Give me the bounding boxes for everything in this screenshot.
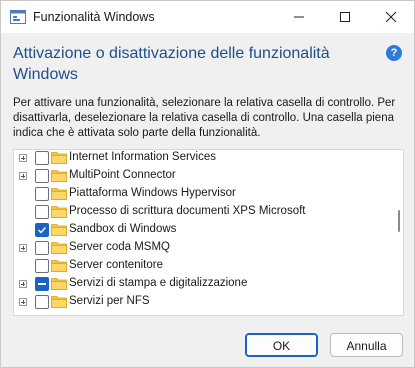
feature-row[interactable]: Server contenitore bbox=[14, 257, 389, 275]
folder-icon bbox=[51, 296, 67, 308]
feature-row[interactable]: MultiPoint Connector bbox=[14, 167, 389, 185]
close-button[interactable] bbox=[368, 1, 414, 33]
close-icon bbox=[385, 11, 397, 23]
folder-icon bbox=[51, 260, 67, 272]
feature-checkbox[interactable] bbox=[35, 223, 49, 237]
ok-button[interactable]: OK bbox=[245, 333, 318, 357]
dialog-content: Attivazione o disattivazione delle funzi… bbox=[1, 33, 414, 367]
help-icon[interactable]: ? bbox=[386, 45, 402, 61]
folder-icon bbox=[51, 224, 67, 236]
feature-checkbox[interactable] bbox=[35, 151, 49, 165]
feature-label: Server contenitore bbox=[69, 259, 163, 271]
folder-icon bbox=[51, 278, 67, 290]
folder-icon bbox=[51, 206, 67, 218]
expand-icon[interactable] bbox=[19, 172, 27, 180]
checkmark-icon bbox=[38, 227, 47, 234]
folder-icon bbox=[51, 188, 67, 200]
folder-icon bbox=[51, 170, 67, 182]
minimize-icon bbox=[294, 16, 304, 18]
feature-checkbox[interactable] bbox=[35, 259, 49, 273]
window-title: Funzionalità Windows bbox=[33, 10, 155, 24]
features-tree[interactable]: Internet Information Services MultiPoint … bbox=[13, 149, 404, 316]
features-dialog: Funzionalità Windows Attivazione o disat… bbox=[0, 0, 415, 368]
feature-row[interactable]: Servizi di stampa e digitalizzazione bbox=[14, 275, 389, 293]
windows-features-icon bbox=[10, 10, 26, 24]
title-bar[interactable]: Funzionalità Windows bbox=[1, 1, 414, 33]
maximize-button[interactable] bbox=[322, 1, 368, 33]
feature-checkbox[interactable] bbox=[35, 169, 49, 183]
feature-checkbox[interactable] bbox=[35, 277, 49, 291]
feature-checkbox[interactable] bbox=[35, 295, 49, 309]
feature-row[interactable]: Piattaforma Windows Hypervisor bbox=[14, 185, 389, 203]
instructions-text: Per attivare una funzionalità, seleziona… bbox=[13, 97, 396, 139]
expand-icon[interactable] bbox=[19, 244, 27, 252]
page-title: Attivazione o disattivazione delle funzi… bbox=[13, 45, 330, 83]
folder-icon bbox=[51, 242, 67, 254]
expand-icon[interactable] bbox=[19, 280, 27, 288]
feature-row[interactable]: Processo di scrittura documenti XPS Micr… bbox=[14, 203, 389, 221]
feature-label: Internet Information Services bbox=[69, 151, 217, 163]
feature-row[interactable]: Servizi per NFS bbox=[14, 293, 389, 311]
scrollbar-thumb[interactable] bbox=[398, 210, 400, 232]
feature-row[interactable]: Sandbox di Windows bbox=[14, 221, 389, 239]
feature-label: MultiPoint Connector bbox=[69, 169, 176, 181]
feature-label: Server coda MSMQ bbox=[69, 241, 170, 253]
feature-row[interactable]: Internet Information Services bbox=[14, 150, 389, 167]
feature-checkbox[interactable] bbox=[35, 205, 49, 219]
expand-icon[interactable] bbox=[19, 298, 27, 306]
feature-label: Servizi di stampa e digitalizzazione bbox=[69, 277, 248, 289]
feature-row[interactable]: Server coda MSMQ bbox=[14, 239, 389, 257]
feature-label: Sandbox di Windows bbox=[69, 223, 177, 235]
minimize-button[interactable] bbox=[276, 1, 322, 33]
feature-label: Servizi per NFS bbox=[69, 295, 150, 307]
vertical-scrollbar[interactable] bbox=[395, 150, 403, 315]
feature-checkbox[interactable] bbox=[35, 241, 49, 255]
expand-icon[interactable] bbox=[19, 154, 27, 162]
maximize-icon bbox=[340, 12, 350, 22]
feature-checkbox[interactable] bbox=[35, 187, 49, 201]
feature-label: Piattaforma Windows Hypervisor bbox=[69, 187, 236, 199]
folder-icon bbox=[51, 152, 67, 164]
feature-label: Processo di scrittura documenti XPS Micr… bbox=[69, 205, 306, 217]
cancel-button[interactable]: Annulla bbox=[330, 333, 403, 357]
